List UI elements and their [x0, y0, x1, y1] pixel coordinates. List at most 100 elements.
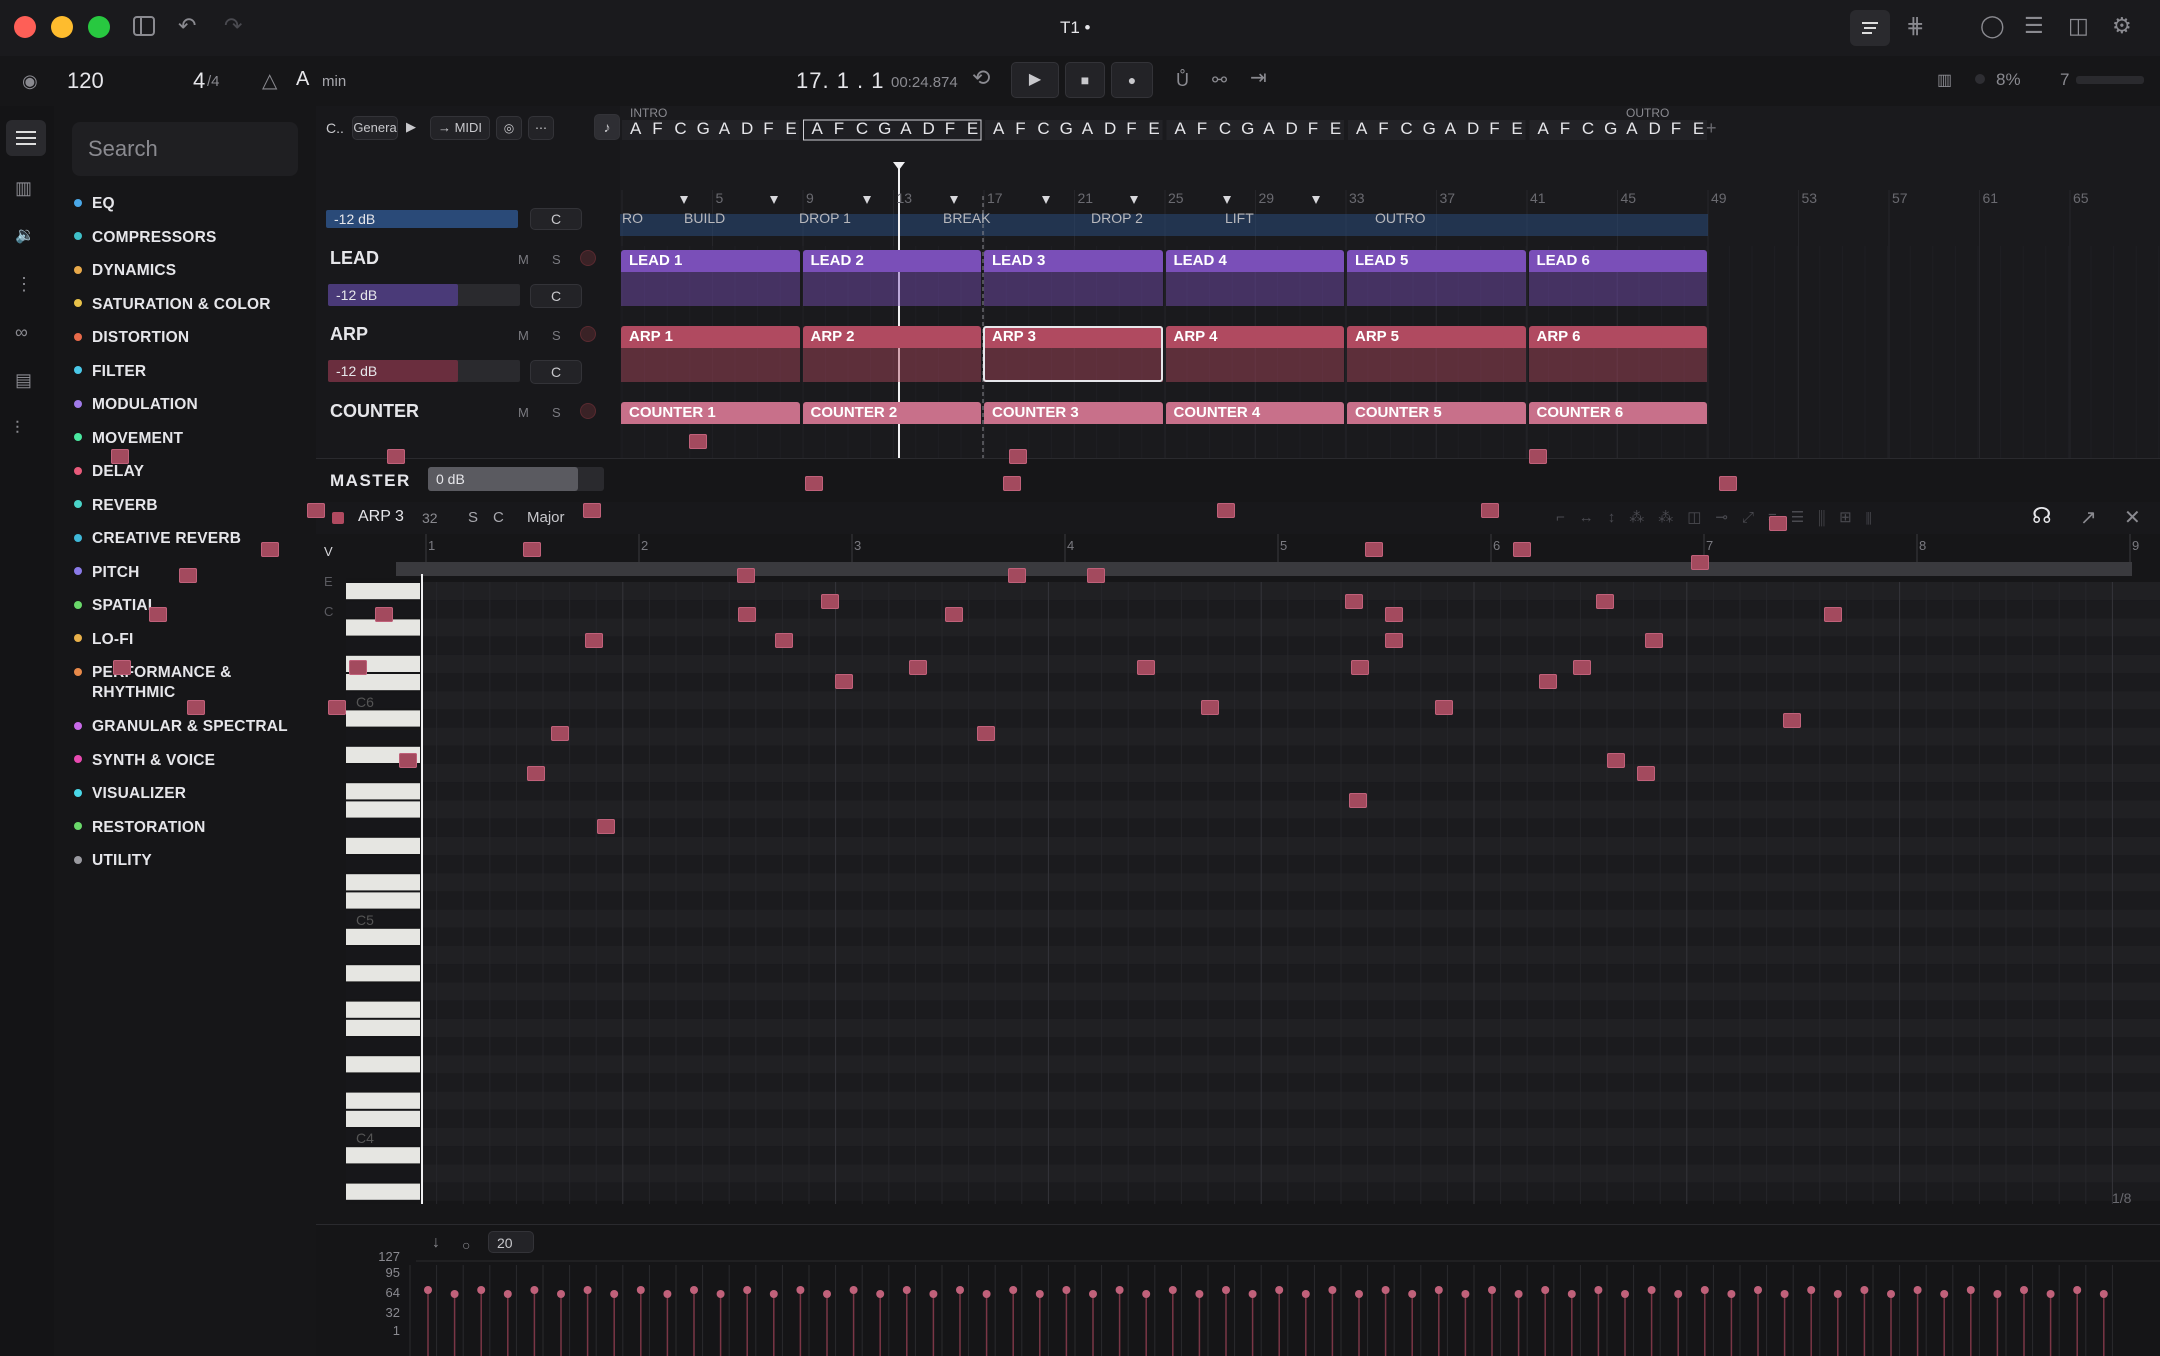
category-item[interactable]: PERFORMANCE & RHYTHMIC: [74, 663, 232, 703]
midi-note[interactable]: [1087, 568, 1105, 583]
chord-toggle[interactable]: C: [493, 509, 504, 526]
midi-note[interactable]: [307, 503, 325, 518]
velocity-handle[interactable]: [2099, 1290, 2108, 1298]
midi-note[interactable]: [1783, 713, 1801, 728]
lead-clip[interactable]: LEAD 3: [984, 250, 1163, 272]
record-arm-button[interactable]: [580, 250, 596, 266]
midi-note[interactable]: [328, 700, 346, 715]
midi-note[interactable]: [1137, 660, 1155, 675]
category-item[interactable]: UTILITY: [74, 851, 152, 871]
category-item[interactable]: DELAY: [74, 462, 144, 482]
velocity-handle[interactable]: [1833, 1290, 1842, 1298]
midi-note[interactable]: [821, 594, 839, 609]
midi-note[interactable]: [1596, 594, 1614, 609]
midi-note[interactable]: [1719, 476, 1737, 491]
lead-clip[interactable]: LEAD 4: [1165, 250, 1344, 272]
midi-note[interactable]: [149, 607, 167, 622]
chord-letter[interactable]: F: [834, 119, 844, 139]
velocity-handle[interactable]: [1594, 1286, 1603, 1294]
search-input[interactable]: Search: [72, 122, 298, 176]
editor-side-tab[interactable]: V: [324, 544, 333, 559]
chord-letter[interactable]: C: [1037, 119, 1049, 139]
volume-slider[interactable]: -12 dB: [328, 284, 520, 306]
velocity-handle[interactable]: [1434, 1286, 1443, 1294]
metronome-icon[interactable]: △: [262, 69, 277, 93]
category-item[interactable]: RESTORATION: [74, 818, 206, 838]
metronome-dial-icon[interactable]: ◉: [22, 69, 38, 93]
chord-letter[interactable]: A: [1626, 119, 1637, 139]
velocity-handle[interactable]: [1009, 1286, 1018, 1294]
midi-note[interactable]: [349, 660, 367, 675]
checklist-icon[interactable]: ☰: [2024, 14, 2044, 38]
midi-note[interactable]: [835, 674, 853, 689]
velocity-handle[interactable]: [769, 1290, 778, 1298]
midi-note[interactable]: [805, 476, 823, 491]
play-button[interactable]: ▶: [1011, 62, 1059, 98]
key-mode[interactable]: min: [322, 73, 346, 90]
category-item[interactable]: EQ: [74, 194, 115, 214]
position-readout[interactable]: 17. 1 . 1: [796, 68, 885, 94]
midi-note[interactable]: [527, 766, 545, 781]
velocity-handle[interactable]: [849, 1286, 858, 1294]
files-icon[interactable]: ▤: [15, 368, 32, 392]
midi-note[interactable]: [187, 700, 205, 715]
top-track-pan[interactable]: C: [530, 208, 582, 230]
velocity-handle[interactable]: [876, 1290, 885, 1298]
arp-clip[interactable]: ARP 1: [621, 326, 800, 348]
category-item[interactable]: CREATIVE REVERB: [74, 529, 241, 549]
midi-note[interactable]: [113, 660, 131, 675]
velocity-handle[interactable]: [1700, 1286, 1709, 1294]
velocity-handle[interactable]: [1780, 1290, 1789, 1298]
midi-note[interactable]: [585, 633, 603, 648]
counter-clip[interactable]: COUNTER 6: [1528, 402, 1707, 424]
midi-note[interactable]: [1691, 555, 1709, 570]
tempo-value[interactable]: 120: [67, 68, 104, 94]
counter-clip[interactable]: COUNTER 2: [802, 402, 981, 424]
category-item[interactable]: REVERB: [74, 496, 158, 516]
velocity-handle[interactable]: [1062, 1286, 1071, 1294]
chord-letter[interactable]: D: [1649, 119, 1661, 139]
midi-note[interactable]: [1385, 633, 1403, 648]
section-marker[interactable]: BUILD: [684, 210, 725, 226]
chord-letter[interactable]: F: [1671, 119, 1681, 139]
velocity-handle[interactable]: [982, 1290, 991, 1298]
velocity-handle[interactable]: [1168, 1286, 1177, 1294]
chord-letter[interactable]: F: [1489, 119, 1499, 139]
midi-button[interactable]: → MIDI: [430, 116, 490, 140]
key-note[interactable]: A: [296, 68, 309, 91]
midi-note[interactable]: [1539, 674, 1557, 689]
category-item[interactable]: SATURATION & COLOR: [74, 295, 271, 315]
velocity-handle[interactable]: [902, 1286, 911, 1294]
category-item[interactable]: GRANULAR & SPECTRAL: [74, 717, 288, 737]
velocity-handle[interactable]: [1887, 1290, 1895, 1298]
solo-button[interactable]: S: [552, 328, 561, 343]
chord-letter[interactable]: A: [1263, 119, 1274, 139]
edit-tools-icon[interactable]: ⌐↔↕⁂⁂◫⊸⤢≡☰⫼⊞⦀: [1556, 508, 1886, 526]
velocity-handle[interactable]: [1727, 1290, 1736, 1298]
expand-icon[interactable]: ↗: [2080, 506, 2097, 530]
chord-letter[interactable]: A: [1445, 119, 1456, 139]
velocity-handle[interactable]: [1222, 1286, 1230, 1294]
lead-clip[interactable]: LEAD 5: [1347, 250, 1526, 272]
category-item[interactable]: DYNAMICS: [74, 261, 176, 281]
editor-side-tab[interactable]: C: [324, 604, 333, 619]
midi-note[interactable]: [1351, 660, 1369, 675]
arp-clip[interactable]: ARP 5: [1347, 326, 1526, 348]
instruments-icon[interactable]: ▥: [15, 176, 32, 200]
velocity-handle[interactable]: [1035, 1290, 1044, 1298]
midi-note[interactable]: [977, 726, 995, 741]
midi-note[interactable]: [111, 449, 129, 464]
category-item[interactable]: PITCH: [74, 563, 140, 583]
volume-slider[interactable]: -12 dB: [328, 360, 520, 382]
counter-clip[interactable]: COUNTER 4: [1165, 402, 1344, 424]
section-marker[interactable]: LIFT: [1225, 210, 1254, 226]
velocity-handle[interactable]: [1461, 1290, 1470, 1298]
velocity-handle[interactable]: [663, 1290, 672, 1298]
velocity-handle[interactable]: [1993, 1290, 2002, 1298]
editor-side-tab[interactable]: E: [324, 574, 333, 589]
chord-letter[interactable]: A: [1538, 119, 1549, 139]
midi-note[interactable]: [583, 503, 601, 518]
toolbar-play-icon[interactable]: ▶: [406, 119, 416, 135]
velocity-handle[interactable]: [1248, 1290, 1257, 1298]
record-button[interactable]: ●: [1111, 62, 1153, 98]
